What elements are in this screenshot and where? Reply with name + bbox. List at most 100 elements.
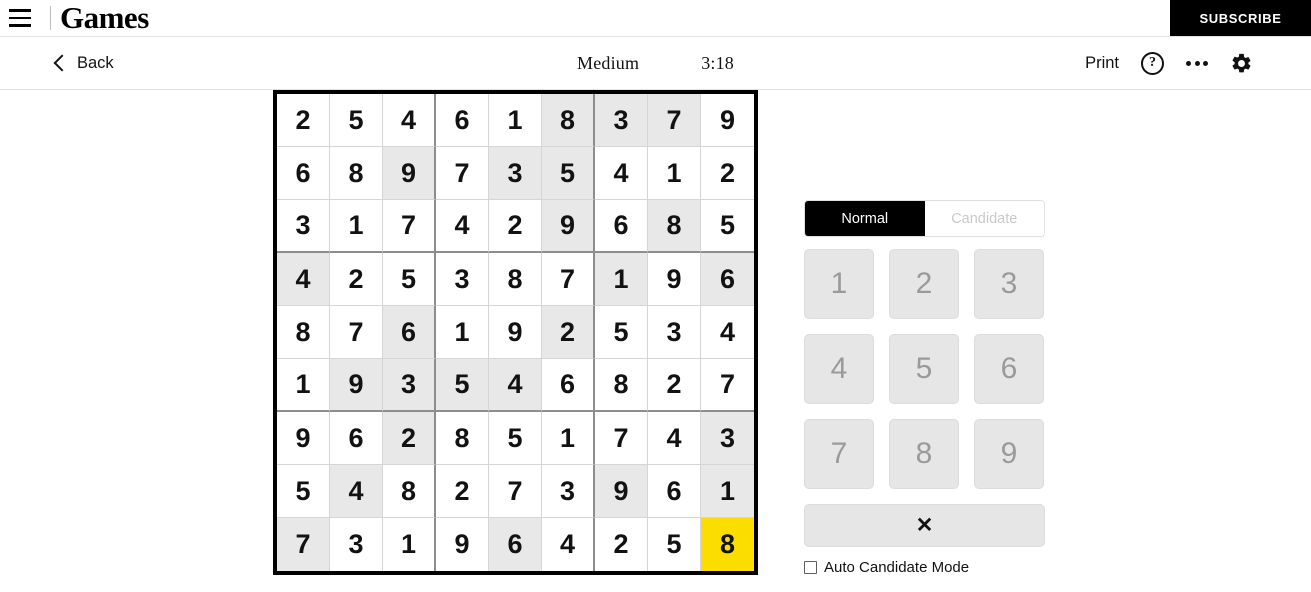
- sudoku-cell-r7c9[interactable]: 3: [701, 412, 754, 465]
- sudoku-cell-r9c8[interactable]: 5: [648, 518, 701, 571]
- sudoku-cell-r2c8[interactable]: 1: [648, 147, 701, 200]
- gear-icon[interactable]: [1230, 52, 1253, 75]
- number-button-3[interactable]: 3: [974, 249, 1044, 319]
- sudoku-cell-r7c6[interactable]: 1: [542, 412, 595, 465]
- sudoku-cell-r5c1[interactable]: 8: [277, 306, 330, 359]
- sudoku-cell-r1c5[interactable]: 1: [489, 94, 542, 147]
- auto-candidate-mode-row[interactable]: Auto Candidate Mode: [804, 559, 1045, 576]
- sudoku-cell-r8c7[interactable]: 9: [595, 465, 648, 518]
- sudoku-cell-r4c1[interactable]: 4: [277, 253, 330, 306]
- sudoku-cell-r9c4[interactable]: 9: [436, 518, 489, 571]
- number-button-2[interactable]: 2: [889, 249, 959, 319]
- subscribe-button[interactable]: SUBSCRIBE: [1170, 0, 1311, 36]
- number-button-5[interactable]: 5: [889, 334, 959, 404]
- number-button-7[interactable]: 7: [804, 419, 874, 489]
- number-button-1[interactable]: 1: [804, 249, 874, 319]
- nyt-games-logo[interactable]: 𝕇 Games: [42, 3, 149, 34]
- sudoku-cell-r2c9[interactable]: 2: [701, 147, 754, 200]
- sudoku-cell-r6c2[interactable]: 9: [330, 359, 383, 412]
- sudoku-cell-r1c3[interactable]: 4: [383, 94, 436, 147]
- sudoku-cell-r2c1[interactable]: 6: [277, 147, 330, 200]
- sudoku-cell-r9c5[interactable]: 6: [489, 518, 542, 571]
- sudoku-cell-r4c2[interactable]: 2: [330, 253, 383, 306]
- sudoku-cell-r6c3[interactable]: 3: [383, 359, 436, 412]
- sudoku-cell-r9c1[interactable]: 7: [277, 518, 330, 571]
- number-button-9[interactable]: 9: [974, 419, 1044, 489]
- sudoku-cell-r7c3[interactable]: 2: [383, 412, 436, 465]
- sudoku-cell-r5c3[interactable]: 6: [383, 306, 436, 359]
- sudoku-cell-r2c3[interactable]: 9: [383, 147, 436, 200]
- auto-candidate-checkbox[interactable]: [804, 561, 817, 574]
- sudoku-cell-r8c4[interactable]: 2: [436, 465, 489, 518]
- sudoku-cell-r5c8[interactable]: 3: [648, 306, 701, 359]
- help-icon[interactable]: ?: [1141, 52, 1164, 75]
- sudoku-cell-r4c8[interactable]: 9: [648, 253, 701, 306]
- sudoku-cell-r8c2[interactable]: 4: [330, 465, 383, 518]
- sudoku-cell-r7c2[interactable]: 6: [330, 412, 383, 465]
- mode-candidate-button[interactable]: Candidate: [925, 201, 1045, 236]
- sudoku-cell-r1c4[interactable]: 6: [436, 94, 489, 147]
- sudoku-cell-r5c7[interactable]: 5: [595, 306, 648, 359]
- sudoku-cell-r3c2[interactable]: 1: [330, 200, 383, 253]
- sudoku-cell-r2c6[interactable]: 5: [542, 147, 595, 200]
- sudoku-cell-r1c2[interactable]: 5: [330, 94, 383, 147]
- sudoku-cell-r4c7[interactable]: 1: [595, 253, 648, 306]
- sudoku-cell-r2c2[interactable]: 8: [330, 147, 383, 200]
- number-button-6[interactable]: 6: [974, 334, 1044, 404]
- sudoku-cell-r3c1[interactable]: 3: [277, 200, 330, 253]
- sudoku-cell-r4c4[interactable]: 3: [436, 253, 489, 306]
- sudoku-cell-r2c4[interactable]: 7: [436, 147, 489, 200]
- sudoku-cell-r4c3[interactable]: 5: [383, 253, 436, 306]
- sudoku-cell-r7c7[interactable]: 7: [595, 412, 648, 465]
- sudoku-cell-r3c9[interactable]: 5: [701, 200, 754, 253]
- sudoku-cell-r8c5[interactable]: 7: [489, 465, 542, 518]
- sudoku-cell-r8c1[interactable]: 5: [277, 465, 330, 518]
- sudoku-cell-r8c8[interactable]: 6: [648, 465, 701, 518]
- more-dots-icon[interactable]: [1186, 52, 1208, 75]
- sudoku-cell-r1c6[interactable]: 8: [542, 94, 595, 147]
- sudoku-cell-r3c6[interactable]: 9: [542, 200, 595, 253]
- sudoku-cell-r3c4[interactable]: 4: [436, 200, 489, 253]
- sudoku-cell-r6c1[interactable]: 1: [277, 359, 330, 412]
- erase-button[interactable]: ✕: [804, 504, 1045, 547]
- sudoku-cell-r2c5[interactable]: 3: [489, 147, 542, 200]
- sudoku-cell-r9c6[interactable]: 4: [542, 518, 595, 571]
- sudoku-cell-r3c5[interactable]: 2: [489, 200, 542, 253]
- sudoku-cell-r6c7[interactable]: 8: [595, 359, 648, 412]
- sudoku-cell-r3c8[interactable]: 8: [648, 200, 701, 253]
- sudoku-cell-r4c9[interactable]: 6: [701, 253, 754, 306]
- sudoku-cell-r7c5[interactable]: 5: [489, 412, 542, 465]
- sudoku-cell-r5c9[interactable]: 4: [701, 306, 754, 359]
- sudoku-cell-r5c2[interactable]: 7: [330, 306, 383, 359]
- sudoku-cell-r5c6[interactable]: 2: [542, 306, 595, 359]
- sudoku-cell-r7c8[interactable]: 4: [648, 412, 701, 465]
- sudoku-cell-r9c9[interactable]: 8: [701, 518, 754, 571]
- sudoku-cell-r1c7[interactable]: 3: [595, 94, 648, 147]
- mode-normal-button[interactable]: Normal: [805, 201, 925, 236]
- sudoku-cell-r3c3[interactable]: 7: [383, 200, 436, 253]
- sudoku-cell-r5c4[interactable]: 1: [436, 306, 489, 359]
- sudoku-cell-r2c7[interactable]: 4: [595, 147, 648, 200]
- sudoku-board[interactable]: 2546183796897354123174296854253871968761…: [273, 90, 758, 575]
- sudoku-cell-r4c5[interactable]: 8: [489, 253, 542, 306]
- sudoku-cell-r8c3[interactable]: 8: [383, 465, 436, 518]
- sudoku-cell-r1c9[interactable]: 9: [701, 94, 754, 147]
- sudoku-cell-r7c4[interactable]: 8: [436, 412, 489, 465]
- back-button[interactable]: Back: [56, 54, 114, 73]
- sudoku-cell-r1c1[interactable]: 2: [277, 94, 330, 147]
- print-button[interactable]: Print: [1085, 54, 1119, 73]
- sudoku-cell-r6c4[interactable]: 5: [436, 359, 489, 412]
- sudoku-cell-r9c7[interactable]: 2: [595, 518, 648, 571]
- sudoku-cell-r8c9[interactable]: 1: [701, 465, 754, 518]
- sudoku-cell-r5c5[interactable]: 9: [489, 306, 542, 359]
- sudoku-cell-r6c6[interactable]: 6: [542, 359, 595, 412]
- sudoku-cell-r6c9[interactable]: 7: [701, 359, 754, 412]
- number-button-8[interactable]: 8: [889, 419, 959, 489]
- sudoku-cell-r8c6[interactable]: 3: [542, 465, 595, 518]
- number-button-4[interactable]: 4: [804, 334, 874, 404]
- sudoku-cell-r4c6[interactable]: 7: [542, 253, 595, 306]
- sudoku-cell-r3c7[interactable]: 6: [595, 200, 648, 253]
- sudoku-cell-r1c8[interactable]: 7: [648, 94, 701, 147]
- sudoku-cell-r7c1[interactable]: 9: [277, 412, 330, 465]
- sudoku-cell-r6c8[interactable]: 2: [648, 359, 701, 412]
